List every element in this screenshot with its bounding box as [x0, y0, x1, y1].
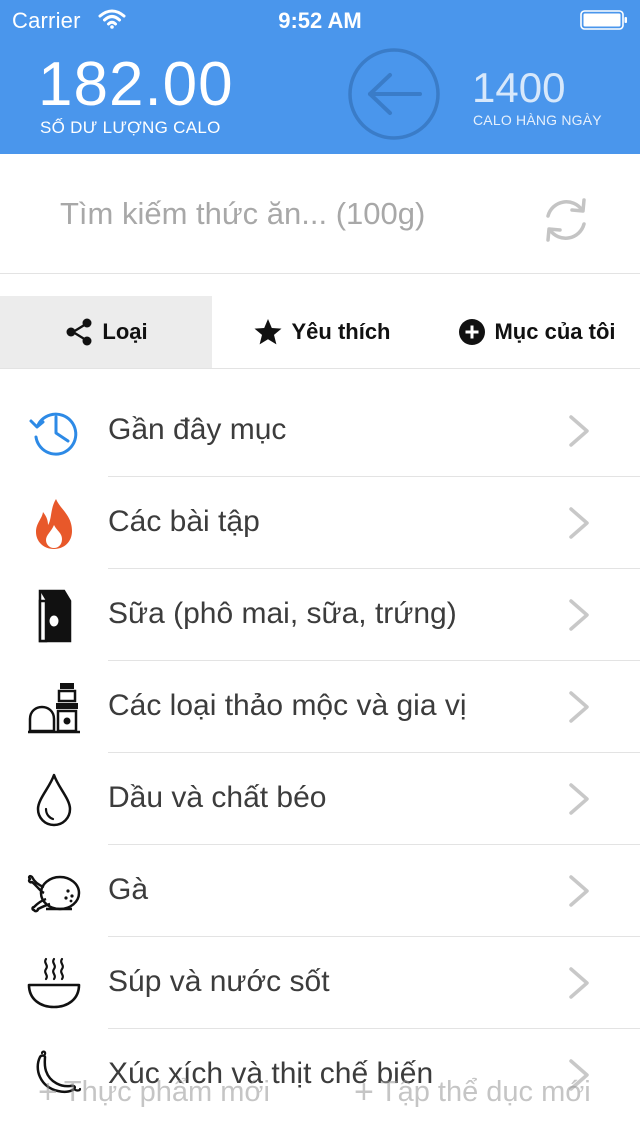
status-bar: Carrier 9:52 AM [0, 0, 640, 40]
list-item-chicken[interactable]: Gà [0, 845, 640, 937]
category-tabs: Loại Yêu thích Mục của tôi [0, 296, 640, 368]
chevron-right-icon [569, 507, 589, 539]
calorie-balance-label: SỐ DƯ LƯỢNG CALO [40, 118, 221, 137]
chevron-right-icon [569, 783, 589, 815]
refresh-icon[interactable] [540, 194, 592, 246]
list-item-label: Dầu và chất béo [108, 781, 327, 814]
new-exercise-button[interactable]: + Tập thể dục mới [354, 1068, 591, 1116]
list-item-label: Gà [108, 873, 149, 906]
spice-grinder-icon [28, 683, 80, 734]
new-food-label: Thực phẩm mới [63, 1075, 270, 1108]
milk-carton-icon [38, 589, 72, 643]
share-icon [66, 318, 92, 346]
list-item-label: Súp và nước sốt [108, 965, 330, 998]
calorie-balance-value: 182.00 [38, 50, 234, 119]
roast-chicken-icon [27, 874, 81, 913]
food-search-input[interactable] [60, 194, 520, 234]
star-icon [254, 319, 282, 345]
list-item-label: Gần đây mục [108, 413, 287, 446]
list-item-oils-fats[interactable]: Dầu và chất béo [0, 753, 640, 845]
search-bar [0, 154, 640, 274]
clock-history-icon [29, 412, 78, 456]
tab-my-items[interactable]: Mục của tôi [432, 296, 640, 368]
list-item-label: Các bài tập [108, 505, 260, 538]
tab-favorites[interactable]: Yêu thích [212, 296, 432, 368]
new-food-button[interactable]: + Thực phẩm mới [38, 1068, 270, 1116]
tab-favorites-label: Yêu thích [291, 319, 391, 344]
tabs-divider [0, 368, 640, 369]
chevron-right-icon [569, 875, 589, 907]
left-arrow-circle-icon[interactable] [348, 48, 440, 140]
chevron-right-icon [569, 415, 589, 447]
category-list: Gần đây mục Các bài tập Sữa (phô mai, sữ… [0, 385, 640, 1121]
daily-calorie-label: CALO HÀNG NGÀY [473, 112, 602, 128]
flame-icon [36, 499, 72, 549]
bottom-actions: + Thực phẩm mới + Tập thể dục mới [0, 1068, 640, 1118]
new-exercise-label: Tập thể dục mới [379, 1075, 591, 1108]
plus-icon: + [354, 1072, 374, 1111]
list-item-soups-sauces[interactable]: Súp và nước sốt [0, 937, 640, 1029]
list-item-exercises[interactable]: Các bài tập [0, 477, 640, 569]
chevron-right-icon [569, 967, 589, 999]
list-item-recent[interactable]: Gần đây mục [0, 385, 640, 477]
list-item-label: Các loại thảo mộc và gia vị [108, 689, 467, 722]
plus-circle-icon [459, 319, 486, 345]
chevron-right-icon [569, 599, 589, 631]
tab-categories-label: Loại [102, 319, 148, 344]
chevron-right-icon [569, 691, 589, 723]
list-item-label: Sữa (phô mai, sữa, trứng) [108, 597, 457, 630]
tab-categories[interactable]: Loại [0, 296, 212, 368]
status-time: 9:52 AM [278, 8, 362, 33]
header: Carrier 9:52 AM 182.00 SỐ DƯ LƯỢNG CALO … [0, 0, 640, 154]
list-item-herbs-spices[interactable]: Các loại thảo mộc và gia vị [0, 661, 640, 753]
plus-icon: + [38, 1072, 58, 1111]
soup-bowl-icon [27, 957, 81, 1009]
oil-drop-icon [36, 773, 72, 827]
battery-icon [580, 10, 627, 30]
tab-my-items-label: Mục của tôi [494, 319, 616, 344]
daily-calorie-value: 1400 [472, 64, 566, 111]
list-item-dairy[interactable]: Sữa (phô mai, sữa, trứng) [0, 569, 640, 661]
